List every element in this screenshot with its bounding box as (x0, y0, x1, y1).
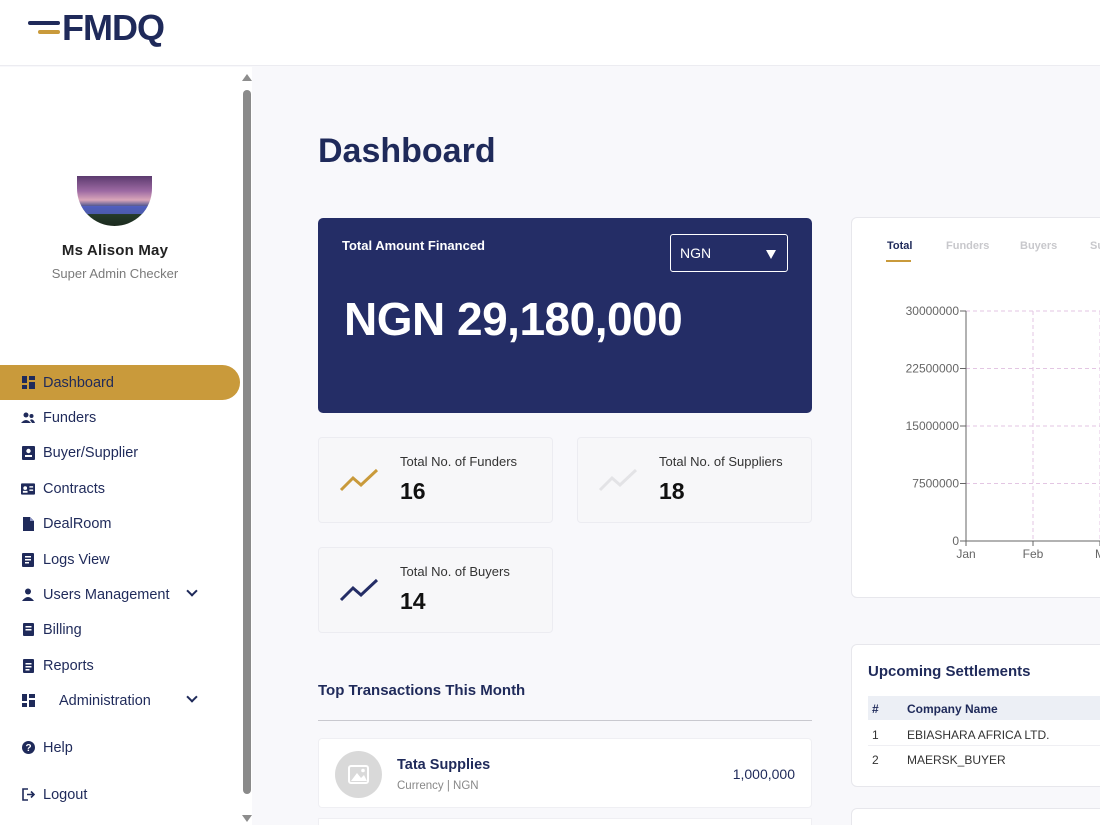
stat-label: Total No. of Funders (400, 454, 518, 469)
currency-select-value: NGN (680, 245, 712, 261)
next-card (851, 808, 1100, 825)
sidebar-item-logout[interactable]: Logout (0, 777, 240, 812)
y-tick-label: 0 (952, 534, 959, 548)
logo-text: FMDQ (62, 7, 165, 48)
report-icon (21, 658, 35, 673)
sidebar-item-funders[interactable]: Funders (0, 400, 240, 435)
chevron-down-icon[interactable] (186, 691, 198, 703)
document-icon (21, 516, 35, 531)
sidebar-item-dashboard[interactable]: Dashboard (0, 365, 240, 400)
user-icon (21, 588, 35, 602)
sidebar-item-label: Logs View (43, 551, 110, 568)
settlements-table-header: # Company Name (868, 696, 1100, 720)
sidebar-item-contracts[interactable]: Contracts (0, 471, 240, 506)
contract-icon (21, 482, 35, 496)
sidebar-item-logs-view[interactable]: Logs View (0, 542, 240, 577)
sidebar-item-label: Reports (43, 657, 94, 674)
trend-up-icon (598, 468, 638, 492)
row-number: 1 (872, 728, 879, 742)
users-icon (21, 411, 35, 425)
trend-up-icon (339, 468, 379, 492)
sidebar-item-label: Help (43, 739, 73, 756)
transaction-amount: 1,000,000 (732, 766, 795, 782)
stat-card-buyers: Total No. of Buyers 14 (318, 547, 553, 633)
transaction-currency: Currency | NGN (397, 780, 479, 792)
top-transactions-title: Top Transactions This Month (318, 682, 526, 699)
log-book-icon (21, 552, 35, 567)
column-header: # (872, 702, 879, 716)
billing-icon (21, 623, 35, 637)
company-name: EBIASHARA AFRICA LTD. (907, 728, 1050, 742)
transaction-item[interactable]: Tata Supplies Currency | NGN 1,000,000 (318, 738, 812, 808)
transaction-item[interactable] (318, 818, 812, 825)
hero-label: Total Amount Financed (342, 238, 485, 253)
table-row[interactable]: 2 MAERSK_BUYER (868, 746, 1100, 771)
svg-text:?: ? (25, 743, 31, 754)
total-amount-value: NGN 29,180,000 (344, 293, 683, 345)
trend-up-icon (339, 578, 379, 602)
scrollbar-thumb[interactable] (243, 90, 251, 794)
sidebar-item-label: Logout (43, 786, 88, 803)
sidebar-item-help[interactable]: ? Help (0, 730, 240, 765)
table-row[interactable]: 1 EBIASHARA AFRICA LTD. (868, 721, 1100, 746)
sidebar-item-label: DealRoom (43, 515, 112, 532)
settlements-title: Upcoming Settlements (868, 663, 1031, 680)
y-tick-label: 7500000 (912, 477, 959, 491)
x-tick-label: Feb (1023, 547, 1044, 561)
column-header: Company Name (907, 702, 998, 716)
chevron-down-icon[interactable] (186, 585, 198, 597)
sidebar-item-label: Buyer/Supplier (43, 444, 139, 461)
divider (318, 720, 812, 721)
row-number: 2 (872, 753, 879, 767)
image-placeholder-icon (335, 751, 382, 798)
stat-value: 16 (400, 478, 426, 504)
logout-icon (21, 788, 35, 802)
upcoming-settlements-card: Upcoming Settlements # Company Name 1 EB… (851, 644, 1100, 787)
chart-card: Total Funders Buyers Su 3000000022500000… (851, 217, 1100, 598)
user-name: Ms Alison May (61, 242, 169, 259)
scroll-up-arrow-icon[interactable] (242, 74, 252, 81)
stat-label: Total No. of Suppliers (659, 454, 783, 469)
stat-card-suppliers: Total No. of Suppliers 18 (577, 437, 812, 523)
stat-value: 14 (400, 588, 426, 614)
scroll-down-arrow-icon[interactable] (242, 815, 252, 822)
sidebar-item-label: Billing (43, 621, 82, 638)
transaction-name: Tata Supplies (397, 757, 491, 773)
sidebar-item-label: Contracts (43, 480, 106, 497)
stat-label: Total No. of Buyers (400, 564, 510, 579)
line-chart: 30000000 22500000 15000000 7500000 0Jan Feb M (906, 304, 1100, 561)
sidebar-item-label: Dashboard (43, 374, 114, 391)
sidebar-item-billing[interactable]: Billing (0, 612, 240, 647)
id-card-icon (21, 445, 35, 460)
y-tick-label: 30000000 (906, 304, 960, 318)
sidebar-item-dealroom[interactable]: DealRoom (0, 506, 240, 541)
currency-select[interactable]: NGN (670, 234, 788, 272)
x-tick-label: M (1095, 547, 1100, 561)
stat-value: 18 (659, 478, 685, 504)
logo-lines-icon (28, 18, 62, 38)
stat-card-funders: Total No. of Funders 16 (318, 437, 553, 523)
sidebar-item-buyer-supplier[interactable]: Buyer/Supplier (0, 435, 240, 470)
user-role: Super Admin Checker (51, 266, 179, 281)
company-name: MAERSK_BUYER (907, 753, 1006, 767)
fmdq-logo[interactable]: FMDQ (28, 7, 165, 48)
grid-icon (21, 376, 35, 390)
y-tick-label: 22500000 (906, 362, 960, 376)
sidebar-item-label: Administration (59, 692, 151, 709)
x-tick-label: Jan (956, 547, 975, 561)
sidebar-item-administration[interactable]: Administration (0, 683, 240, 718)
sidebar-item-label: Funders (43, 409, 97, 426)
sidebar-item-label: Users Management (43, 586, 170, 603)
admin-grid-icon (21, 694, 35, 708)
caret-down-icon (766, 250, 776, 259)
top-bar: FMDQ (0, 0, 1100, 66)
sidebar-item-users-management[interactable]: Users Management (0, 577, 240, 612)
y-tick-label: 15000000 (906, 419, 960, 433)
page-title: Dashboard (318, 132, 496, 170)
total-amount-financed-card: Total Amount Financed NGN NGN 29,180,000 (318, 218, 812, 413)
help-icon: ? (21, 741, 35, 755)
sidebar-item-reports[interactable]: Reports (0, 648, 240, 683)
